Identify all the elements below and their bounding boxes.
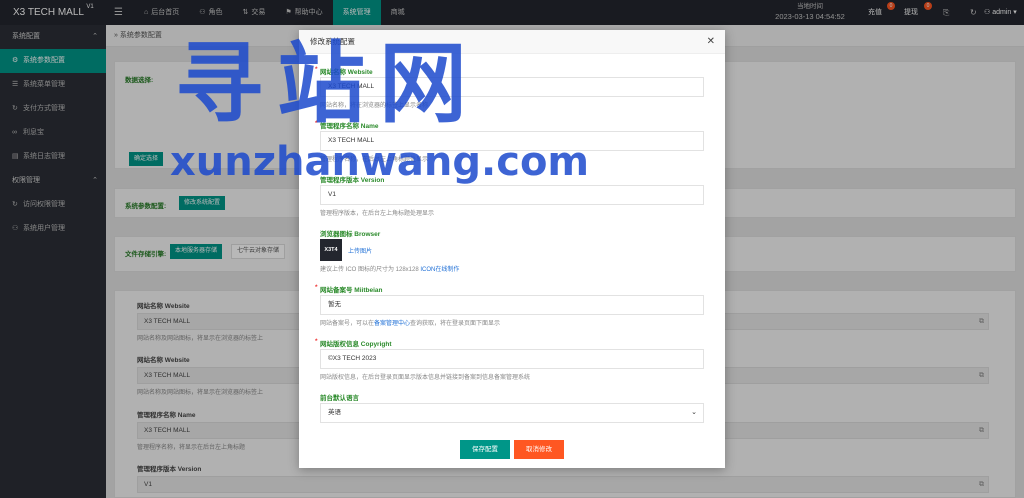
beian-help: 网站备案号，可以在备案管理中心查询获取，将在登录页面下面显示 (320, 318, 500, 327)
app-version-help: 管理程序版本，在后台左上角标题处理显示 (320, 211, 435, 217)
cancel-edit-button[interactable]: 取消修改 (514, 440, 564, 459)
chevron-down-icon: ⌄ (691, 409, 697, 416)
copyright-input[interactable]: ©X3 TECH 2023 (320, 349, 704, 369)
language-value: 英语 (328, 409, 341, 416)
help-text: 网站备案号，可以在 (320, 321, 375, 327)
upload-image-link[interactable]: 上传图片 (348, 246, 372, 255)
label-text: 网站版权信息 Copyright (320, 341, 392, 348)
icon-maker-link[interactable]: ICON在线制作 (420, 267, 459, 273)
help-text: 建议上传 ICO 图标的尺寸为 128x128 (320, 267, 421, 273)
language-label: 前台默认语言 (320, 395, 359, 402)
beian-label: * 网站备案号 Miitbeian (315, 284, 383, 294)
copyright-label: * 网站版权信息 Copyright (315, 338, 392, 348)
required-mark: * (315, 338, 318, 345)
watermark-logo: 寻站网 (175, 32, 482, 135)
app-version-input[interactable]: V1 (320, 185, 704, 205)
favicon-thumbnail: X3T4 (320, 239, 342, 261)
label-text: 网站备案号 Miitbeian (320, 287, 383, 294)
beian-center-link[interactable]: 备案管理中心 (374, 321, 410, 327)
help-text: 查询获取，将在登录页面下面显示 (410, 321, 501, 327)
watermark-url: xunzhanwang.com (170, 139, 590, 185)
favicon-label: 浏览器图标 Browser (320, 231, 381, 238)
copyright-help: 网站版权信息，在后台登录页面显示版本信息并链接到备案到信息备案管理系统 (320, 375, 531, 381)
required-mark: * (315, 284, 318, 291)
save-config-button[interactable]: 保存配置 (460, 440, 510, 459)
favicon-help: 建议上传 ICO 图标的尺寸为 128x128 ICON在线制作 (320, 264, 459, 273)
close-icon[interactable]: ✕ (707, 30, 715, 54)
language-select[interactable]: 英语 ⌄ (320, 403, 704, 423)
beian-input[interactable]: 暂无 (320, 295, 704, 315)
